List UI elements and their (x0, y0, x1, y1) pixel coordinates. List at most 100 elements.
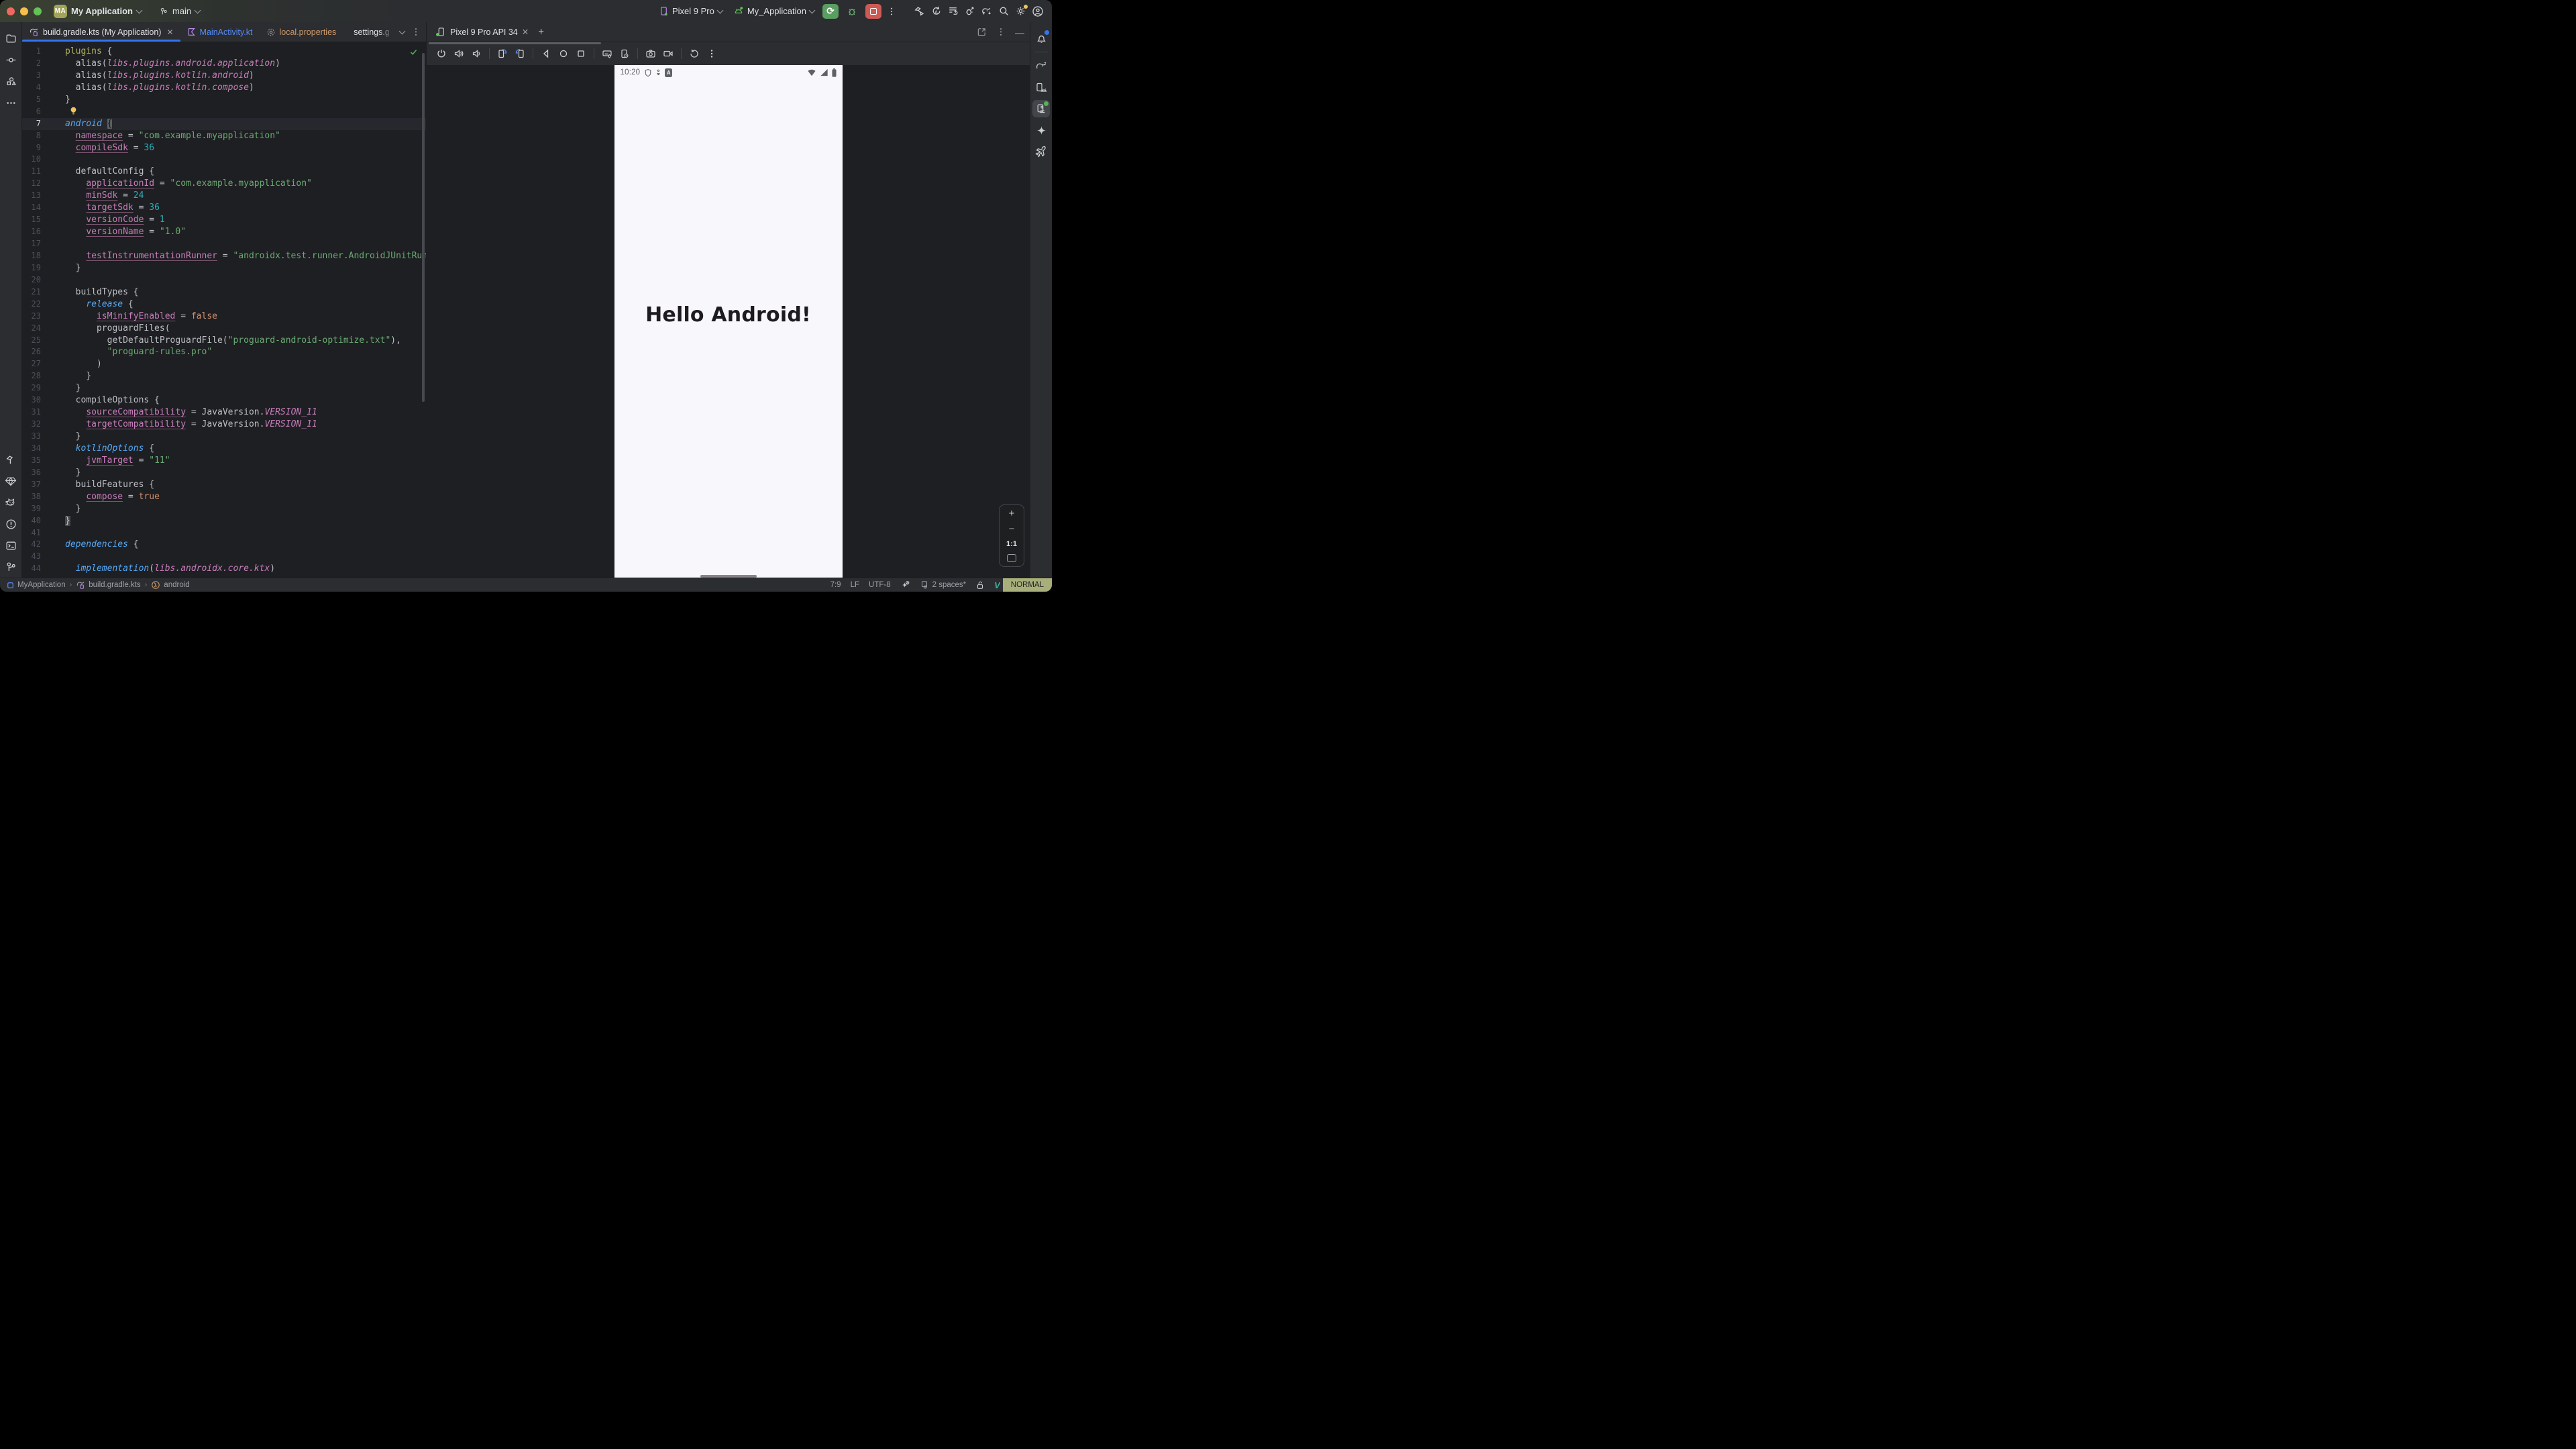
code-line[interactable]: 12 applicationId = "com.example.myapplic… (22, 178, 426, 190)
line-number[interactable]: 15 (22, 214, 46, 226)
line-number[interactable]: 44 (22, 563, 46, 575)
sidebar-item-problems[interactable] (2, 515, 19, 533)
sidebar-item-commit[interactable] (2, 51, 19, 68)
line-number[interactable]: 13 (22, 190, 46, 202)
code-line[interactable]: 21 buildTypes { (22, 286, 426, 299)
hide-panel-icon[interactable]: — (1015, 27, 1024, 38)
code-line[interactable]: 28 } (22, 370, 426, 382)
code-line[interactable]: 8 namespace = "com.example.myapplication… (22, 130, 426, 142)
code-line[interactable]: 7android { (22, 118, 426, 130)
code-line[interactable]: 40} (22, 515, 426, 527)
home-button[interactable] (555, 46, 572, 62)
code-line[interactable]: 34 kotlinOptions { (22, 443, 426, 455)
line-number[interactable]: 3 (22, 70, 46, 82)
sidebar-item-notifications[interactable] (1032, 30, 1050, 47)
code-line[interactable]: 35 jvmTarget = "11" (22, 455, 426, 467)
close-tab-icon[interactable]: ✕ (522, 27, 529, 37)
code-line[interactable]: 20 (22, 274, 426, 286)
screen-record-button[interactable] (660, 46, 676, 62)
line-number[interactable]: 4 (22, 82, 46, 94)
code-line[interactable]: 15 versionCode = 1 (22, 214, 426, 226)
emulator-tab[interactable]: Pixel 9 Pro API 34 ✕ (432, 27, 533, 37)
zoom-ratio-button[interactable]: 1:1 (1006, 540, 1017, 548)
line-number[interactable]: 33 (22, 431, 46, 443)
code-line[interactable]: 26 "proguard-rules.pro" (22, 346, 426, 358)
debug-button[interactable] (844, 4, 860, 19)
line-number[interactable]: 24 (22, 323, 46, 335)
branch-widget[interactable]: main (159, 6, 200, 16)
code-line[interactable]: 39 } (22, 503, 426, 515)
code-line[interactable]: 19 } (22, 262, 426, 274)
code-line[interactable]: 41 (22, 527, 426, 539)
project-widget[interactable]: MA My Application (54, 5, 142, 18)
volume-down-button[interactable] (468, 46, 484, 62)
inspections-ok-icon[interactable] (409, 48, 418, 56)
line-number[interactable]: 28 (22, 370, 46, 382)
more-vertical-icon[interactable] (411, 27, 421, 37)
caret-position[interactable]: 7:9 (830, 581, 841, 589)
editor-scrollbar[interactable] (422, 53, 425, 402)
minimize-window-button[interactable] (20, 7, 28, 15)
line-number[interactable]: 32 (22, 419, 46, 431)
line-number[interactable]: 25 (22, 335, 46, 347)
add-device-tab-button[interactable]: + (538, 26, 544, 38)
code-line[interactable]: 16 versionName = "1.0" (22, 226, 426, 238)
breadcrumb-file[interactable]: build.gradle.kts (76, 580, 140, 590)
line-number[interactable]: 9 (22, 142, 46, 154)
close-window-button[interactable] (7, 7, 15, 15)
more-vertical-button[interactable] (704, 46, 720, 62)
line-number[interactable]: 8 (22, 130, 46, 142)
profile-avatar-icon[interactable] (1032, 5, 1044, 17)
line-number[interactable]: 26 (22, 346, 46, 358)
back-button[interactable] (538, 46, 554, 62)
zoom-window-button[interactable] (34, 7, 42, 15)
breadcrumb-module[interactable]: MyApplication (7, 581, 66, 589)
emulator-display-area[interactable]: 10:20 A Hello Android! (427, 65, 1030, 578)
overview-button[interactable] (573, 46, 589, 62)
attach-debugger-icon[interactable] (964, 5, 975, 17)
tab-local-properties[interactable]: local.properties (260, 22, 343, 42)
apply-changes-icon[interactable]: A (930, 5, 942, 17)
line-number[interactable]: 7 (22, 118, 46, 130)
line-number[interactable]: 27 (22, 358, 46, 370)
line-number[interactable]: 2 (22, 58, 46, 70)
snapshot-restore-button[interactable] (686, 46, 702, 62)
close-tab-icon[interactable]: ✕ (166, 28, 173, 37)
code-line[interactable]: 1plugins { (22, 46, 426, 58)
fit-to-window-icon[interactable] (1007, 554, 1016, 562)
sidebar-item-running-devices[interactable] (1032, 100, 1050, 117)
sidebar-item-device-manager[interactable] (1032, 78, 1050, 96)
code-line[interactable]: 2 alias(libs.plugins.android.application… (22, 58, 426, 70)
line-number[interactable]: 40 (22, 515, 46, 527)
code-line[interactable]: 36 } (22, 467, 426, 479)
line-number[interactable]: 14 (22, 202, 46, 214)
device-settings-button[interactable] (616, 46, 633, 62)
line-number[interactable]: 41 (22, 527, 46, 539)
line-number[interactable]: 10 (22, 154, 46, 166)
file-encoding[interactable]: UTF-8 (869, 581, 891, 589)
device-selector[interactable]: Pixel 9 Pro (656, 5, 725, 17)
search-icon[interactable] (998, 5, 1010, 17)
code-line[interactable]: 10 (22, 154, 426, 166)
code-line[interactable]: 25 getDefaultProguardFile("proguard-andr… (22, 335, 426, 347)
line-number[interactable]: 11 (22, 166, 46, 178)
screenshot-button[interactable] (643, 46, 659, 62)
code-line[interactable]: 32 targetCompatibility = JavaVersion.VER… (22, 419, 426, 431)
line-number[interactable]: 6 (22, 106, 46, 118)
line-number[interactable]: 16 (22, 226, 46, 238)
device-screen[interactable]: 10:20 A Hello Android! (614, 65, 843, 578)
code-line[interactable]: 38 compose = true (22, 491, 426, 503)
code-editor[interactable]: 1plugins {2 alias(libs.plugins.android.a… (22, 42, 426, 578)
code-line[interactable]: 3 alias(libs.plugins.kotlin.android) (22, 70, 426, 82)
zoom-in-button[interactable]: + (1009, 509, 1015, 519)
build-hammer-icon[interactable] (914, 5, 925, 17)
code-line[interactable]: 18 testInstrumentationRunner = "androidx… (22, 250, 426, 262)
code-line[interactable]: 14 targetSdk = 36 (22, 202, 426, 214)
sidebar-item-structure[interactable] (2, 72, 19, 90)
code-line[interactable]: 27 ) (22, 358, 426, 370)
sidebar-item-plane[interactable] (1032, 143, 1050, 160)
code-line[interactable]: 5} (22, 94, 426, 106)
code-line[interactable]: 31 sourceCompatibility = JavaVersion.VER… (22, 407, 426, 419)
line-number[interactable]: 42 (22, 539, 46, 551)
line-separator[interactable]: LF (851, 581, 859, 589)
